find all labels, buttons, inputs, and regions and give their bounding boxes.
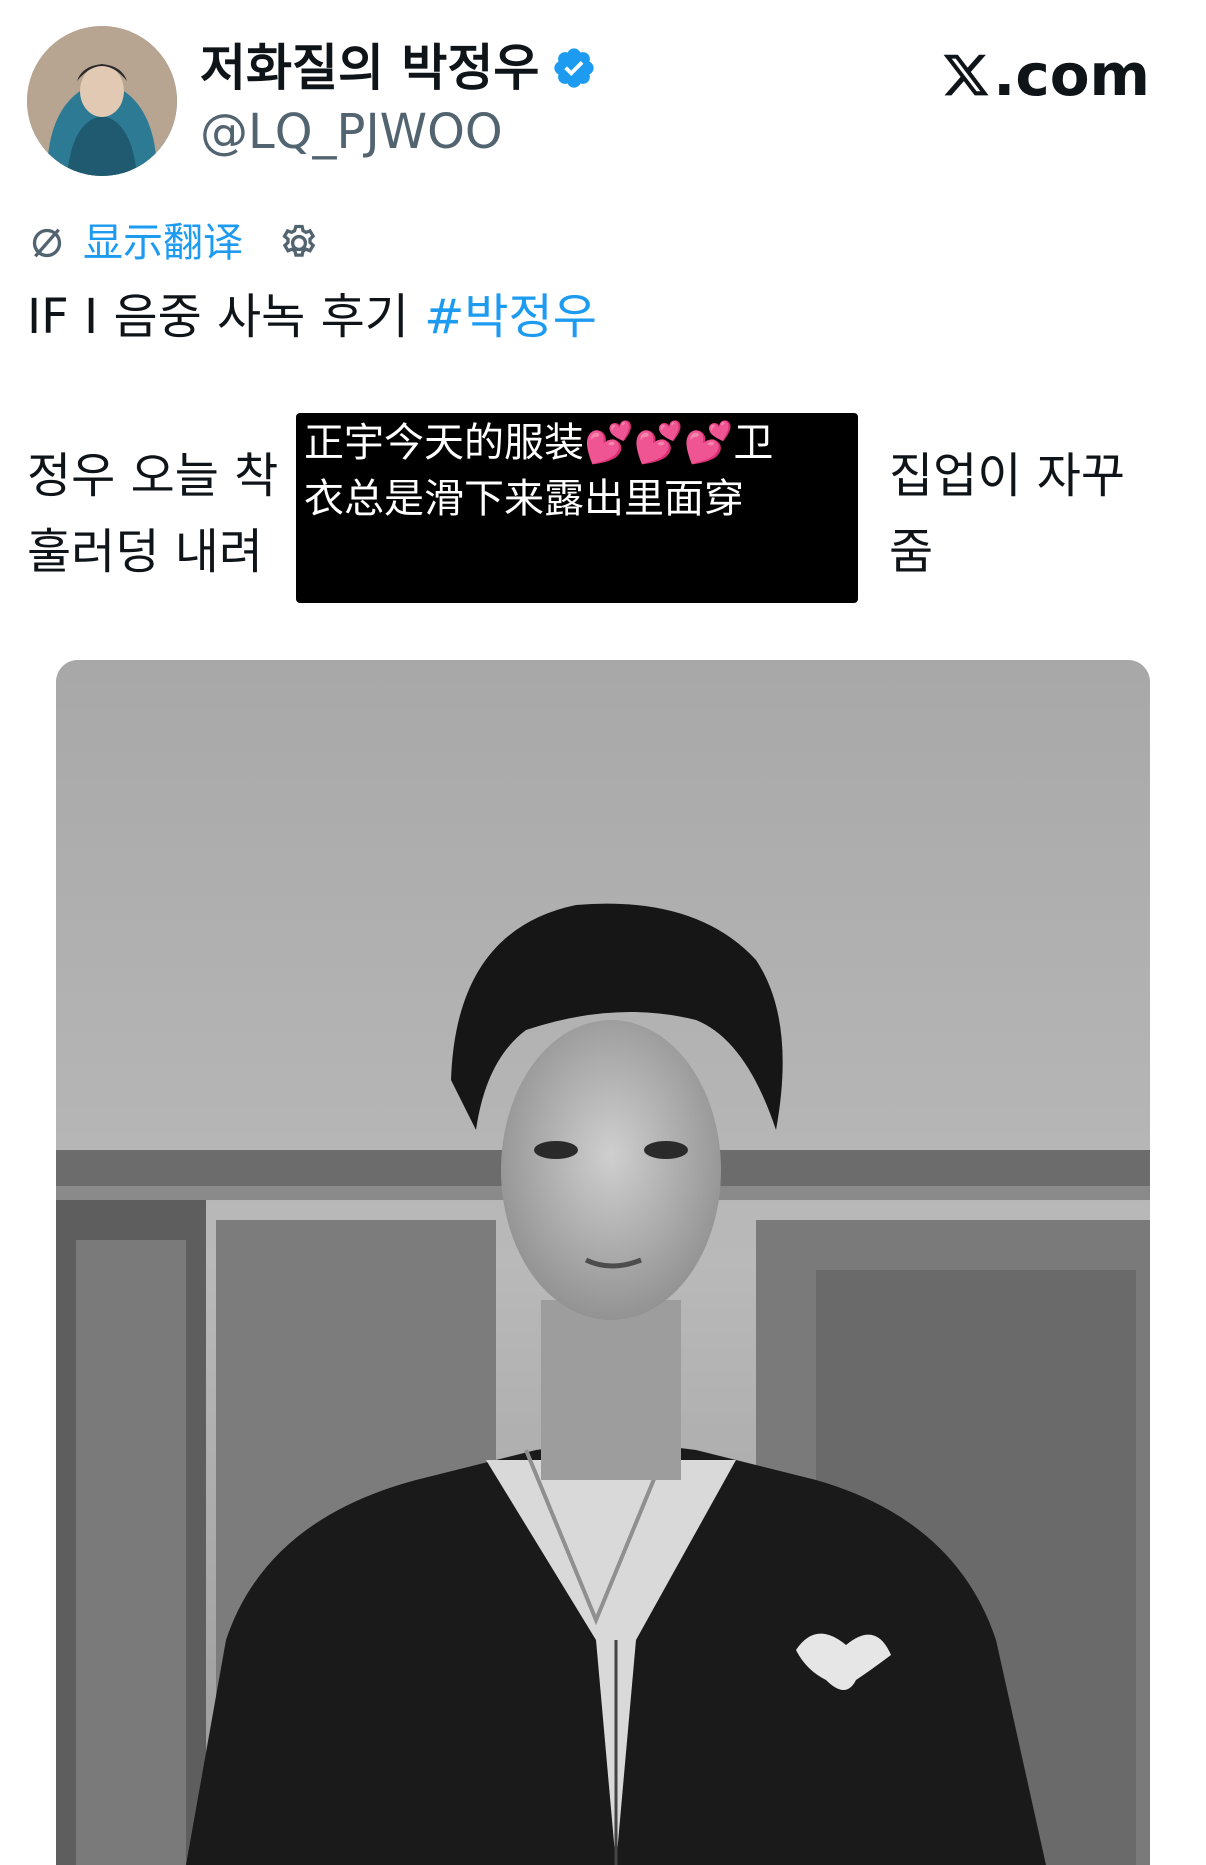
- tweet-body-line-right: 집업이 자꾸: [889, 448, 1126, 504]
- translation-caption-overlay: 正宇今天的服装💕💕💕卫 衣总是滑下来露出里面穿: [296, 413, 858, 603]
- translate-row: 显示翻译: [27, 216, 321, 270]
- brand-logo: .com: [941, 42, 1150, 108]
- caption-line: 正宇今天的服装💕💕💕卫: [304, 415, 852, 471]
- caption-line: 衣总是滑下来露出里面穿: [304, 471, 852, 527]
- author-display-name[interactable]: 저화질의 박정우: [200, 38, 539, 98]
- caption-text-tail: 卫: [733, 420, 774, 466]
- show-translation-link[interactable]: 显示翻译: [83, 218, 243, 268]
- tweet-text: IF I 음중 사녹 후기: [27, 289, 425, 345]
- slash-circle-icon: [32, 228, 62, 258]
- caption-text: 衣总是滑下来露出里面穿: [304, 476, 744, 522]
- tweet-body-line-right: 줌: [889, 524, 934, 580]
- heart-icon: 💕💕💕: [584, 420, 734, 466]
- x-logo-icon: [943, 54, 989, 96]
- verified-badge-icon: [554, 48, 595, 88]
- tweet-text-line: IF I 음중 사녹 후기 #박정우: [27, 286, 597, 348]
- gear-icon[interactable]: [277, 221, 321, 265]
- avatar[interactable]: [27, 26, 177, 176]
- tweet-body-line-left: 훌러덩 내려: [27, 524, 264, 580]
- hashtag-link[interactable]: #박정우: [424, 289, 597, 345]
- author-name-row[interactable]: 저화질의 박정우: [200, 38, 597, 98]
- caption-text: 正宇今天的服装: [304, 420, 584, 466]
- brand-domain: .com: [993, 41, 1150, 109]
- author-handle[interactable]: @LQ_PJWOO: [200, 104, 503, 160]
- tweet-body-line-left: 정우 오늘 착: [27, 448, 279, 504]
- post-media-photo[interactable]: [56, 660, 1150, 1865]
